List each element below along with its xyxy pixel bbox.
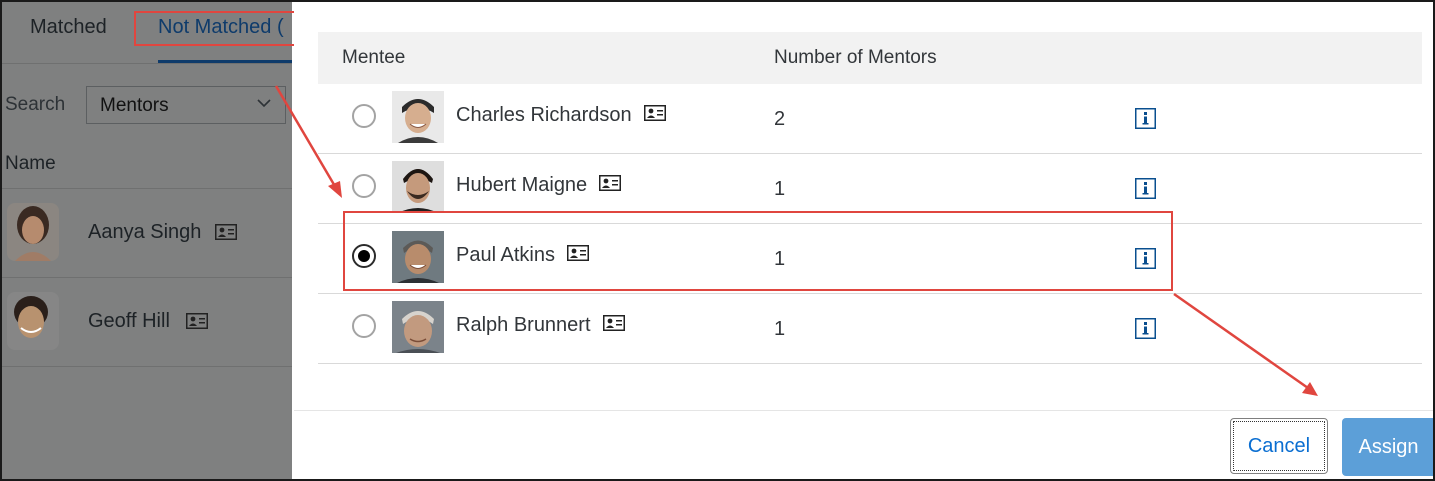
mentor-count: 1: [774, 318, 786, 340]
mentee-name[interactable]: Ralph Brunnert: [456, 314, 625, 337]
mentee-name-text[interactable]: Ralph Brunnert: [456, 314, 591, 336]
divider: [2, 63, 292, 64]
row-radio[interactable]: [352, 314, 376, 338]
mentee-name-text[interactable]: Hubert Maigne: [456, 174, 587, 196]
table-header: Mentee Number of Mentors: [318, 32, 1422, 84]
chevron-down-icon: [257, 99, 271, 108]
avatar: [7, 292, 59, 350]
column-header-mentee: Mentee: [342, 47, 406, 68]
row-radio[interactable]: [352, 174, 376, 198]
mentee-name-text[interactable]: Charles Richardson: [456, 104, 632, 126]
table-row[interactable]: Charles Richardson 2: [318, 84, 1422, 154]
annotation-highlight-tab: [134, 11, 294, 46]
footer-divider: [294, 410, 1433, 411]
person-name[interactable]: Geoff Hill: [88, 310, 170, 333]
mentor-count: 2: [774, 108, 786, 130]
divider: [2, 366, 292, 367]
search-label: Search: [5, 94, 66, 115]
mentor-count: 1: [774, 178, 786, 200]
table-row[interactable]: Ralph Brunnert 1: [318, 294, 1422, 364]
avatar: [7, 203, 59, 261]
row-radio[interactable]: [352, 104, 376, 128]
column-header-name: Name: [5, 153, 56, 174]
column-header-number-of-mentors: Number of Mentors: [774, 47, 937, 68]
contact-card-icon[interactable]: [643, 104, 666, 121]
info-icon[interactable]: [1135, 318, 1156, 339]
tab-matched[interactable]: Matched: [30, 16, 107, 39]
background-page: Matched Not Matched ( Search Mentors Nam…: [2, 2, 292, 479]
contact-card-icon[interactable]: [599, 174, 622, 191]
select-value: Mentors: [100, 95, 169, 116]
person-name[interactable]: Aanya Singh: [88, 221, 201, 244]
assign-button[interactable]: Assign: [1342, 418, 1433, 476]
mentee-photo: [392, 301, 444, 353]
list-item[interactable]: Aanya Singh: [2, 189, 292, 277]
contact-card-icon[interactable]: [186, 313, 208, 329]
mentee-name[interactable]: Hubert Maigne: [456, 174, 622, 197]
search-type-select[interactable]: Mentors: [86, 86, 286, 124]
annotation-highlight-row: [343, 211, 1173, 291]
contact-card-icon[interactable]: [602, 314, 625, 331]
divider: [318, 363, 1422, 364]
info-icon[interactable]: [1135, 108, 1156, 129]
screenshot-frame: Matched Not Matched ( Search Mentors Nam…: [0, 0, 1435, 481]
mentee-photo: [392, 91, 444, 143]
list-item[interactable]: Geoff Hill: [2, 278, 292, 366]
contact-card-icon[interactable]: [215, 224, 237, 240]
info-icon[interactable]: [1135, 178, 1156, 199]
mentee-photo: [392, 161, 444, 213]
mentee-name[interactable]: Charles Richardson: [456, 104, 666, 127]
cancel-button[interactable]: Cancel: [1230, 418, 1328, 474]
